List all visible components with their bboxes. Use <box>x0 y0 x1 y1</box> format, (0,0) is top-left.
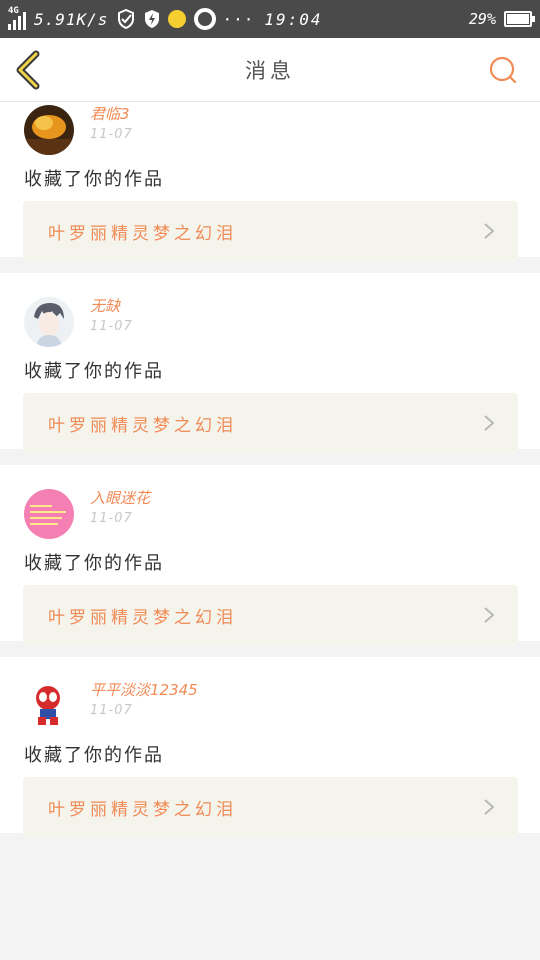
message-action: 收藏了你的作品 <box>24 745 164 766</box>
network-type: 4G <box>8 6 19 16</box>
message-action: 收藏了你的作品 <box>24 361 164 382</box>
avatar-autumn-icon <box>24 105 74 155</box>
work-link[interactable]: 叶罗丽精灵梦之幻泪 <box>23 393 518 453</box>
message-card: 入眼迷花 11-07 收藏了你的作品 叶罗丽精灵梦之幻泪 <box>0 465 540 645</box>
avatar[interactable] <box>24 489 74 539</box>
work-link[interactable]: 叶罗丽精灵梦之幻泪 <box>23 201 518 261</box>
avatar[interactable] <box>24 105 74 155</box>
status-bar: 4G 5.91K/s ··· 19:04 29% <box>0 0 540 38</box>
username[interactable]: 入眼迷花 <box>90 487 150 508</box>
message-time: 11-07 <box>90 319 133 334</box>
username[interactable]: 无缺 <box>90 295 120 316</box>
page-title: 消息 <box>245 58 295 83</box>
network-speed: 5.91K/s <box>34 9 109 29</box>
battery-icon <box>504 11 535 27</box>
avatar[interactable] <box>24 681 74 731</box>
message-list[interactable]: 君临3 11-07 收藏了你的作品 叶罗丽精灵梦之幻泪 无缺 11-07 收藏了… <box>0 102 540 960</box>
search-button[interactable] <box>488 55 518 85</box>
back-button[interactable] <box>14 50 46 90</box>
app-notification-icon <box>194 8 217 30</box>
avatar[interactable] <box>24 297 74 347</box>
message-time: 11-07 <box>90 127 133 142</box>
notification-dot-icon <box>168 10 187 28</box>
chevron-right-icon <box>484 607 495 623</box>
work-link[interactable]: 叶罗丽精灵梦之幻泪 <box>23 777 518 837</box>
signal-icon: 4G <box>8 6 28 30</box>
more-notifications-icon: ··· <box>222 9 255 29</box>
message-action: 收藏了你的作品 <box>24 169 164 190</box>
avatar-anime-icon <box>24 297 74 347</box>
chevron-right-icon <box>484 799 495 815</box>
clock: 19:04 <box>264 9 323 29</box>
message-action: 收藏了你的作品 <box>24 553 164 574</box>
shield-check-icon <box>118 9 135 29</box>
username[interactable]: 平平淡淡12345 <box>90 679 198 700</box>
message-card: 平平淡淡12345 11-07 收藏了你的作品 叶罗丽精灵梦之幻泪 <box>0 657 540 837</box>
chevron-right-icon <box>484 223 495 239</box>
avatar-spider-icon <box>24 681 74 731</box>
work-title: 叶罗丽精灵梦之幻泪 <box>48 415 237 436</box>
message-card: 无缺 11-07 收藏了你的作品 叶罗丽精灵梦之幻泪 <box>0 273 540 453</box>
message-card: 君临3 11-07 收藏了你的作品 叶罗丽精灵梦之幻泪 <box>0 102 540 261</box>
work-link[interactable]: 叶罗丽精灵梦之幻泪 <box>23 585 518 645</box>
battery-percentage: 29% <box>468 10 496 28</box>
chevron-right-icon <box>484 415 495 431</box>
top-navigation-bar: 消息 <box>0 38 540 102</box>
avatar-pink-icon <box>24 489 74 539</box>
message-time: 11-07 <box>90 703 133 718</box>
message-time: 11-07 <box>90 511 133 526</box>
power-saver-icon <box>145 10 160 28</box>
work-title: 叶罗丽精灵梦之幻泪 <box>48 607 237 628</box>
work-title: 叶罗丽精灵梦之幻泪 <box>48 799 237 820</box>
username[interactable]: 君临3 <box>90 103 130 124</box>
work-title: 叶罗丽精灵梦之幻泪 <box>48 223 237 244</box>
